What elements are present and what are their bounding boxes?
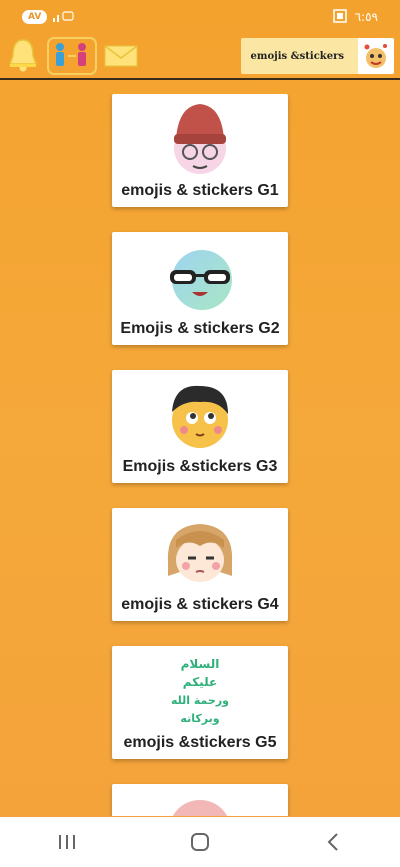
app-bar: emojis &stickers [0, 34, 400, 80]
system-nav-bar [0, 817, 400, 867]
card-label: emojis &stickers G5 [123, 734, 277, 751]
clock: ٦:٥٩ [354, 10, 378, 24]
card-label: emojis & stickers G1 [121, 182, 279, 199]
sticker-group-card-g5[interactable]: السلام عليكم ورحمة الله وبركاته emojis &… [112, 646, 288, 759]
home-icon[interactable] [170, 822, 230, 862]
emoji-glasses-smile-icon [160, 236, 240, 316]
brand-label: emojis &stickers [250, 50, 345, 62]
sticker-group-card-g4[interactable]: emojis & stickers G4 [112, 508, 288, 621]
brand-sticker-icon [358, 38, 394, 74]
signal-icon [53, 10, 75, 25]
toolbar-icons [6, 36, 138, 76]
greeting-line-4: وبركاته [180, 712, 219, 725]
brand-banner[interactable]: emojis &stickers [240, 38, 394, 74]
bell-icon[interactable] [6, 36, 40, 76]
sticker-group-list[interactable]: emojis & stickers G1 Emojis & stickers G… [0, 94, 400, 816]
greeting-line-1: السلام [181, 657, 220, 672]
arabic-greeting-text-icon: السلام عليكم ورحمة الله وبركاته [160, 650, 240, 730]
card-label: Emojis &stickers G3 [122, 458, 278, 475]
sticker-group-card-g6[interactable] [112, 784, 288, 816]
screenshot-icon [332, 8, 347, 26]
status-bar: AV ٦:٥٩ [0, 0, 400, 34]
mail-icon[interactable] [104, 36, 138, 76]
emoji-boy-face-icon [160, 374, 240, 454]
recent-apps-icon[interactable] [37, 822, 97, 862]
emoji-knit-hat-glasses-icon [160, 98, 240, 178]
greeting-line-3: ورحمة الله [171, 694, 229, 707]
share-people-icon[interactable] [46, 36, 98, 76]
card-label: emojis & stickers G4 [121, 596, 279, 613]
emoji-girl-face-icon [160, 512, 240, 592]
greeting-line-2: عليكم [183, 675, 217, 689]
sticker-group-card-g1[interactable]: emojis & stickers G1 [112, 94, 288, 207]
status-badge: AV [22, 10, 48, 24]
back-icon[interactable] [303, 822, 363, 862]
card-label: Emojis & stickers G2 [120, 320, 280, 337]
emoji-partial-icon [160, 788, 240, 816]
sticker-group-card-g2[interactable]: Emojis & stickers G2 [112, 232, 288, 345]
sticker-group-card-g3[interactable]: Emojis &stickers G3 [112, 370, 288, 483]
